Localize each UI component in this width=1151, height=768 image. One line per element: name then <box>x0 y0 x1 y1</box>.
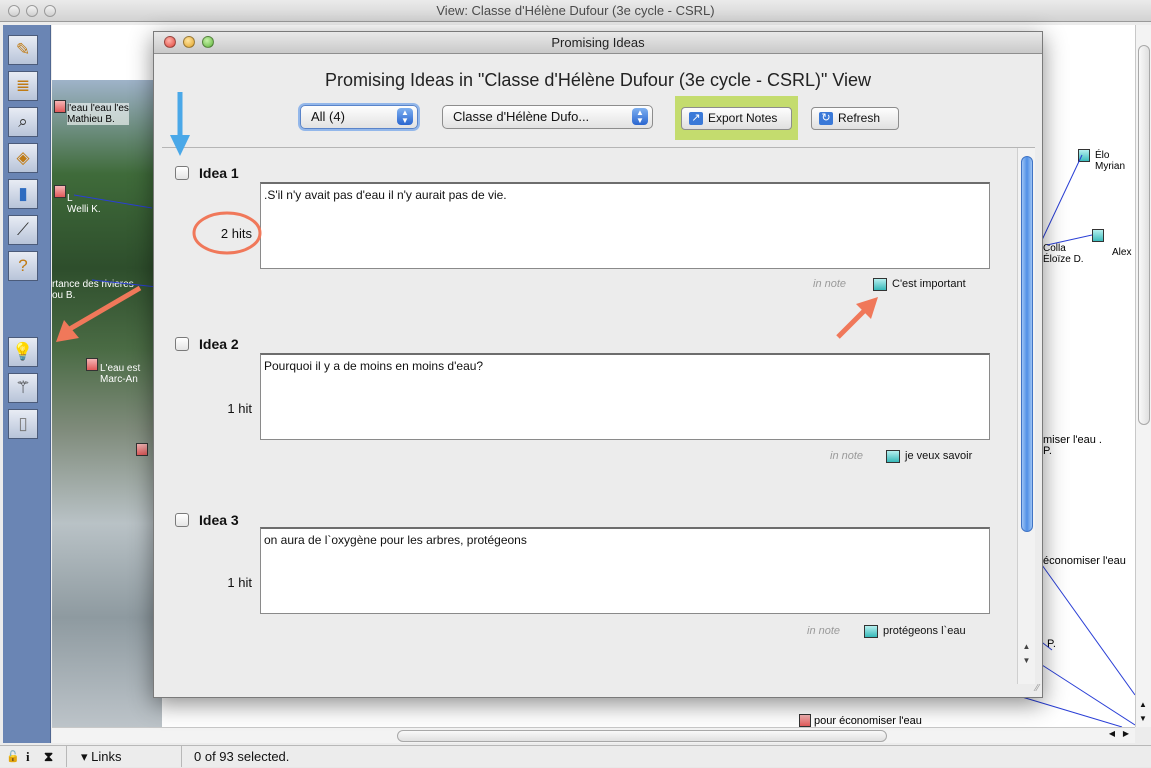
idea-hits: 2 hits <box>220 226 252 241</box>
scroll-up-icon[interactable]: ▲ <box>1019 640 1034 654</box>
note-icon[interactable] <box>886 450 900 463</box>
pencil-icon[interactable]: ✎ <box>8 35 38 65</box>
idea-title: Idea 1 <box>199 165 239 181</box>
scroll-down-icon[interactable]: ▼ <box>1139 714 1147 723</box>
scaffold-icon[interactable]: ≣ <box>8 71 38 101</box>
ideas-scrollbar[interactable]: ▲ ▼ <box>1017 148 1035 684</box>
refresh-button[interactable]: ↻ Refresh <box>811 107 899 130</box>
scroll-left-icon[interactable]: ◀ <box>1109 729 1115 738</box>
minimize-icon[interactable] <box>183 36 195 48</box>
idea-hits: 1 hit <box>227 575 252 590</box>
status-bar: 🔓 i ⧗ ▾ Links 0 of 93 selected. <box>0 745 1151 767</box>
refresh-icon: ↻ <box>819 112 833 125</box>
note-icon[interactable] <box>873 278 887 291</box>
note-link[interactable]: protégeons l`eau <box>883 625 966 637</box>
magic-wand-icon[interactable]: ⚚ <box>8 373 38 403</box>
filter-select[interactable]: All (4) ▲ ▼ <box>300 105 418 129</box>
canvas-vertical-scrollbar[interactable]: ▲ ▼ <box>1135 25 1151 727</box>
chart-icon[interactable]: ▮ <box>8 179 38 209</box>
ideas-list[interactable]: Idea 1 2 hits .S'il n'y avait pas d'eau … <box>162 147 1035 684</box>
in-note-label: in note <box>813 278 847 290</box>
export-icon: ↗ <box>689 112 703 125</box>
search-icon[interactable]: ⌕ <box>8 107 38 137</box>
note-icon[interactable] <box>864 625 878 638</box>
idea-text[interactable]: Pourquoi il y a de moins en moins d'eau? <box>260 353 990 440</box>
close-icon[interactable] <box>164 36 176 48</box>
lock-icon[interactable]: 🔓 <box>6 746 20 768</box>
hourglass-icon[interactable]: ⧗ <box>44 746 53 768</box>
idea-hits: 1 hit <box>227 401 252 416</box>
scroll-thumb[interactable] <box>397 730 887 742</box>
outer-window-title: View: Classe d'Hélène Dufour (3e cycle -… <box>436 3 715 18</box>
selection-count: 0 of 93 selected. <box>194 749 290 764</box>
promising-ideas-dialog: Promising Ideas Promising Ideas in "Clas… <box>153 31 1043 698</box>
idea-checkbox[interactable] <box>175 337 189 351</box>
zoom-icon[interactable] <box>202 36 214 48</box>
view-select[interactable]: Classe d'Hélène Dufo... ▲ ▼ <box>442 105 653 129</box>
scroll-up-icon[interactable]: ▲ <box>1139 700 1147 709</box>
dialog-heading: Promising Ideas in "Classe d'Hélène Dufo… <box>324 70 872 90</box>
idea-title: Idea 3 <box>199 512 239 528</box>
note-link[interactable]: C'est important <box>892 278 966 290</box>
help-icon[interactable]: ? <box>8 251 38 281</box>
notebook-icon[interactable]: ◈ <box>8 143 38 173</box>
canvas-horizontal-scrollbar[interactable]: ◀ ▶ <box>52 727 1135 743</box>
door-icon[interactable]: ▯ <box>8 409 38 439</box>
info-icon[interactable]: i <box>26 746 30 768</box>
idea-title: Idea 2 <box>199 336 239 352</box>
resize-grip-icon[interactable]: ⁄⁄ <box>1036 683 1039 694</box>
close-icon[interactable] <box>8 5 20 17</box>
idea-text[interactable]: on aura de l`oxygène pour les arbres, pr… <box>260 527 990 614</box>
minimize-icon[interactable] <box>26 5 38 17</box>
scroll-down-icon[interactable]: ▼ <box>1019 654 1034 668</box>
lightbulb-icon[interactable]: 💡 <box>8 337 38 367</box>
scroll-right-icon[interactable]: ▶ <box>1123 729 1129 738</box>
idea-checkbox[interactable] <box>175 166 189 180</box>
scroll-thumb[interactable] <box>1138 45 1150 425</box>
in-note-label: in note <box>807 625 841 637</box>
note-link[interactable]: je veux savoir <box>905 450 972 462</box>
tool-palette: ✎ ≣ ⌕ ◈ ▮ ⟋ ? 💡 ⚚ ▯ <box>3 25 51 743</box>
dialog-titlebar: Promising Ideas <box>154 32 1042 54</box>
idea-checkbox[interactable] <box>175 513 189 527</box>
links-dropdown[interactable]: ▾ Links <box>66 746 182 767</box>
dialog-title: Promising Ideas <box>551 35 645 50</box>
in-note-label: in note <box>830 450 864 462</box>
chevron-updown-icon: ▲ ▼ <box>397 108 413 125</box>
chevron-updown-icon: ▲ ▼ <box>632 108 648 125</box>
export-notes-button[interactable]: ↗ Export Notes <box>681 107 792 130</box>
idea-text[interactable]: .S'il n'y avait pas d'eau il n'y aurait … <box>260 182 990 269</box>
brush-icon[interactable]: ⟋ <box>8 215 38 245</box>
scroll-thumb[interactable] <box>1021 156 1033 532</box>
zoom-icon[interactable] <box>44 5 56 17</box>
outer-window-titlebar: View: Classe d'Hélène Dufour (3e cycle -… <box>0 0 1151 22</box>
